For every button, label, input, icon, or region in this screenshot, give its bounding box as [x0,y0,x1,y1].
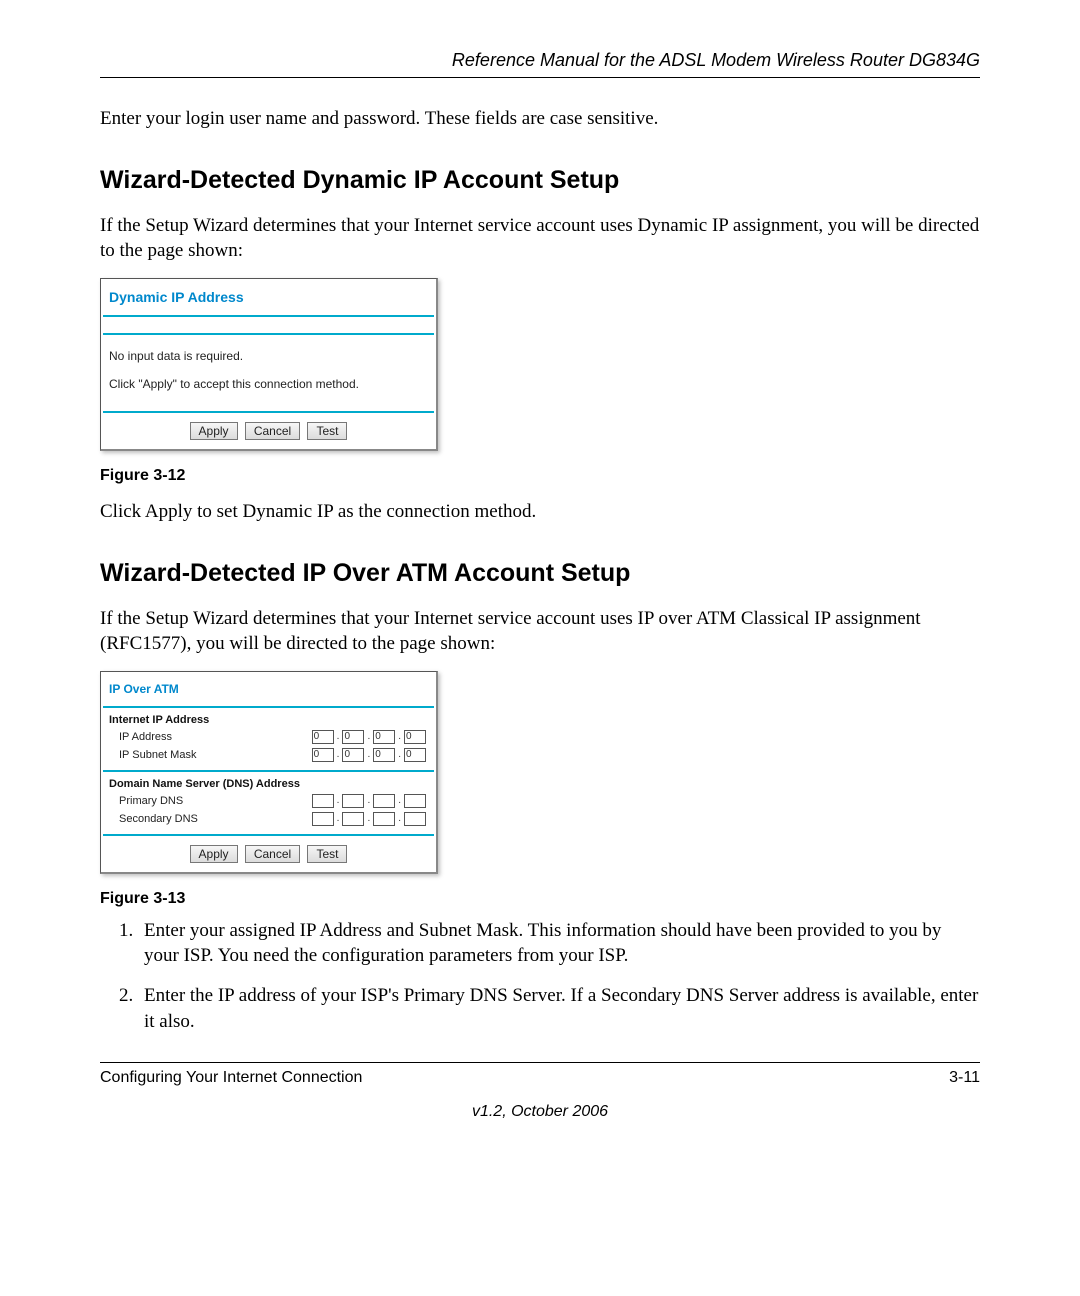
step-1: Enter your assigned IP Address and Subne… [138,918,980,969]
group-label-dns: Domain Name Server (DNS) Address [101,772,436,792]
primary-dns-row: Primary DNS . . . [101,792,436,810]
secondary-dns-input-group: . . . [312,812,426,826]
panel-title-dynamic-ip: Dynamic IP Address [101,279,436,311]
test-button[interactable]: Test [307,845,347,863]
cancel-button[interactable]: Cancel [245,422,300,440]
ip-octet-1[interactable]: 0 [312,730,334,744]
sdns-octet-4[interactable] [404,812,426,826]
sdns-octet-3[interactable] [373,812,395,826]
steps-list: Enter your assigned IP Address and Subne… [100,918,980,1035]
sdns-octet-2[interactable] [342,812,364,826]
intro-paragraph: Enter your login user name and password.… [100,106,980,132]
step-2: Enter the IP address of your ISP's Prima… [138,983,980,1034]
footer-page-number: 3-11 [949,1069,980,1087]
mask-octet-3[interactable]: 0 [373,748,395,762]
ip-over-atm-panel: IP Over ATM Internet IP Address IP Addre… [100,671,438,874]
ip-octet-4[interactable]: 0 [404,730,426,744]
sdns-octet-1[interactable] [312,812,334,826]
group-label-internet-ip: Internet IP Address [101,708,436,728]
apply-button[interactable]: Apply [190,422,238,440]
ip-address-input-group: 0. 0. 0. 0 [312,730,426,744]
section-heading-dynamic-ip: Wizard-Detected Dynamic IP Account Setup [100,166,980,195]
mask-octet-1[interactable]: 0 [312,748,334,762]
secondary-dns-row: Secondary DNS . . . [101,810,436,828]
panel-button-row: Apply Cancel Test [103,836,434,872]
primary-dns-input-group: . . . [312,794,426,808]
pdns-octet-1[interactable] [312,794,334,808]
dynamic-ip-panel: Dynamic IP Address No input data is requ… [100,278,438,451]
panel-body: No input data is required. Click "Apply"… [101,335,436,411]
test-button[interactable]: Test [307,422,347,440]
mask-octet-4[interactable]: 0 [404,748,426,762]
page-header: Reference Manual for the ADSL Modem Wire… [100,50,980,78]
subnet-mask-row: IP Subnet Mask 0. 0. 0. 0 [101,746,436,764]
panel-button-row: Apply Cancel Test [103,411,434,449]
section-heading-ip-over-atm: Wizard-Detected IP Over ATM Account Setu… [100,559,980,588]
ip-octet-3[interactable]: 0 [373,730,395,744]
section2-paragraph: If the Setup Wizard determines that your… [100,606,980,657]
figure-caption-3-13: Figure 3-13 [100,890,980,908]
cancel-button[interactable]: Cancel [245,845,300,863]
footer-version: v1.2, October 2006 [100,1103,980,1121]
pdns-octet-4[interactable] [404,794,426,808]
panel-title-ip-over-atm: IP Over ATM [101,672,436,702]
ip-octet-2[interactable]: 0 [342,730,364,744]
footer-section-name: Configuring Your Internet Connection [100,1069,362,1087]
apply-button[interactable]: Apply [190,845,238,863]
ip-address-row: IP Address 0. 0. 0. 0 [101,728,436,746]
section1-paragraph: If the Setup Wizard determines that your… [100,213,980,264]
panel-text: No input data is required. [109,349,428,363]
figure-caption-3-12: Figure 3-12 [100,467,980,485]
secondary-dns-label: Secondary DNS [119,813,198,825]
mask-octet-2[interactable]: 0 [342,748,364,762]
pdns-octet-2[interactable] [342,794,364,808]
section1-after-paragraph: Click Apply to set Dynamic IP as the con… [100,499,980,525]
page-footer: Configuring Your Internet Connection 3-1… [100,1062,980,1087]
primary-dns-label: Primary DNS [119,795,183,807]
panel-text: Click "Apply" to accept this connection … [109,377,428,391]
ip-address-label: IP Address [119,731,172,743]
pdns-octet-3[interactable] [373,794,395,808]
subnet-mask-input-group: 0. 0. 0. 0 [312,748,426,762]
subnet-mask-label: IP Subnet Mask [119,749,196,761]
